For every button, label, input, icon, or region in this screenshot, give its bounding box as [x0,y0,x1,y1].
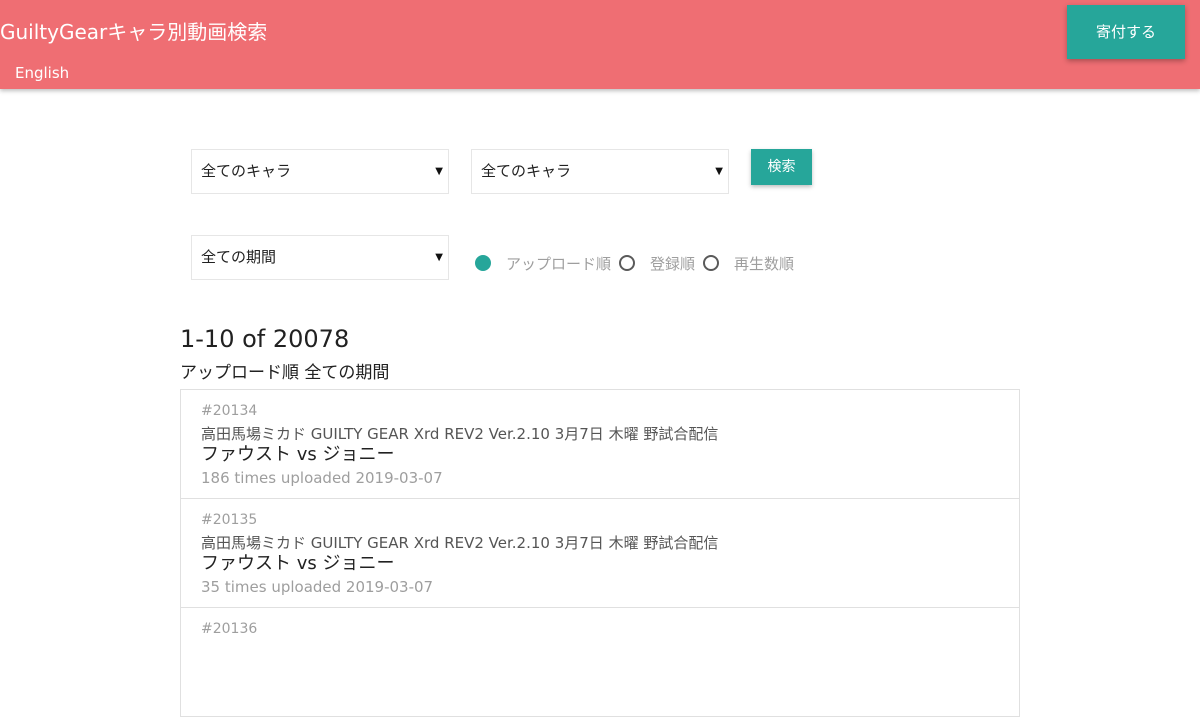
item-id: #20136 [201,621,258,637]
character1-select-value: 全てのキャラ [201,162,292,180]
item-title: 高田馬場ミカド GUILTY GEAR Xrd REV2 Ver.2.10 3月… [201,425,719,443]
item-id: #20134 [201,403,258,419]
sort-radio-upload[interactable]: アップロード順 [475,253,611,273]
sort-radio-label: アップロード順 [506,254,612,273]
result-filter-summary: アップロード順 全ての期間 [180,363,390,383]
period-select-value: 全ての期間 [201,248,277,266]
item-title: 高田馬場ミカド GUILTY GEAR Xrd REV2 Ver.2.10 3月… [201,534,719,552]
item-matchup: ファウスト vs ジョニー [201,553,395,574]
character2-select-value: 全てのキャラ [481,162,572,180]
sort-radio-label: 再生数順 [734,254,795,273]
result-count: 1-10 of 20078 [180,325,350,353]
item-id: #20135 [201,512,258,528]
item-meta: 35 times uploaded 2019-03-07 [201,578,434,596]
video-list: #20134 高田馬場ミカド GUILTY GEAR Xrd REV2 Ver.… [180,389,1020,717]
item-meta: 186 times uploaded 2019-03-07 [201,469,443,487]
sort-radio-views[interactable]: 再生数順 [703,253,794,273]
list-item[interactable]: #20136 [181,608,1019,717]
list-item[interactable]: #20135 高田馬場ミカド GUILTY GEAR Xrd REV2 Ver.… [181,499,1019,608]
list-item[interactable]: #20134 高田馬場ミカド GUILTY GEAR Xrd REV2 Ver.… [181,390,1019,499]
radio-unchecked-icon [619,255,635,271]
character1-select[interactable]: 全てのキャラ ▼ [191,149,449,194]
app-header: GuiltyGearキャラ別動画検索 English 寄付する [0,0,1200,89]
period-select[interactable]: 全ての期間 ▼ [191,235,449,280]
radio-checked-icon [475,255,491,271]
search-button[interactable]: 検索 [751,149,812,185]
radio-unchecked-icon [703,255,719,271]
sort-radio-label: 登録順 [650,254,696,273]
dropdown-arrow-icon: ▼ [715,166,723,177]
character2-select[interactable]: 全てのキャラ ▼ [471,149,729,194]
donate-button[interactable]: 寄付する [1067,5,1185,59]
dropdown-arrow-icon: ▼ [435,252,443,263]
language-link[interactable]: English [15,64,69,82]
dropdown-arrow-icon: ▼ [435,166,443,177]
item-matchup: ファウスト vs ジョニー [201,444,395,465]
sort-radio-registered[interactable]: 登録順 [619,253,695,273]
site-title[interactable]: GuiltyGearキャラ別動画検索 [0,20,267,44]
